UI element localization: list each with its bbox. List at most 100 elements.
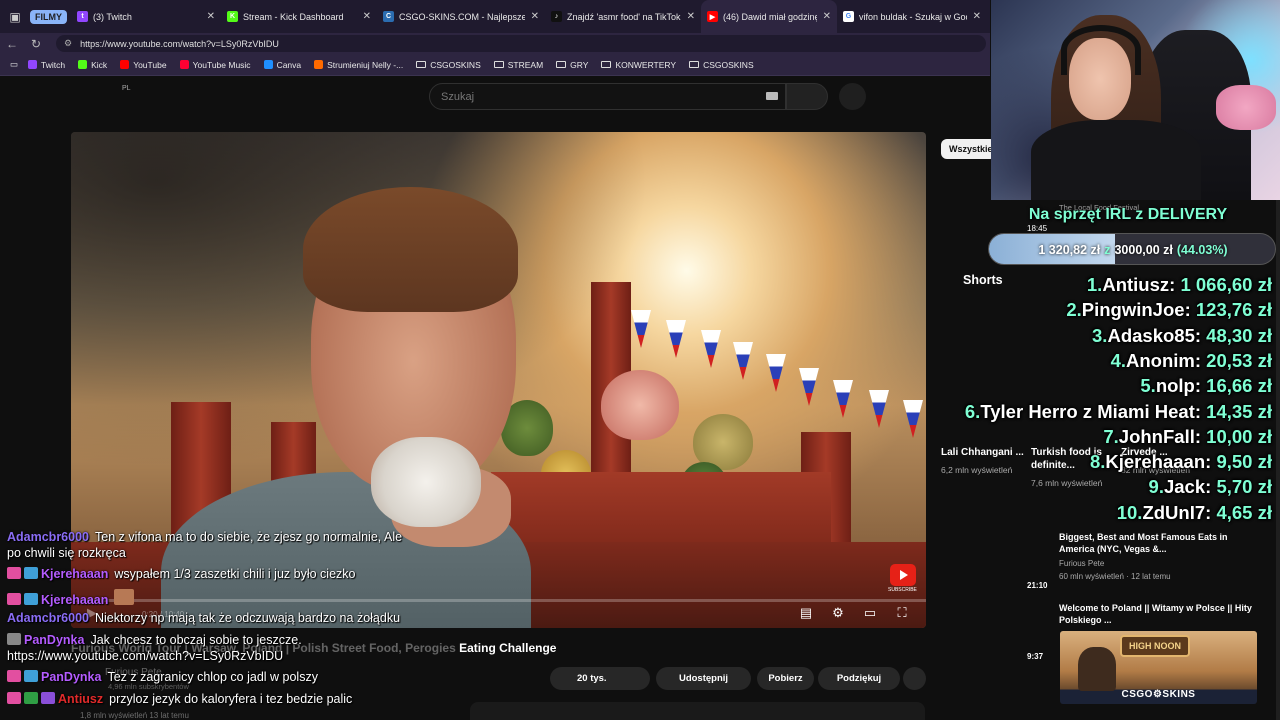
tab-close-icon[interactable]: ✕: [207, 11, 215, 22]
donation-goal-bar: 1 320,82 zł z 3000,00 zł (44.03%): [988, 233, 1276, 265]
bookmark-folder[interactable]: CSGOSKINS: [689, 60, 754, 70]
chat-text: Niektorzy np mają tak że odczuwają bardz…: [95, 611, 401, 625]
bookmark-folder[interactable]: STREAM: [493, 60, 543, 70]
sponsor-character: [1078, 647, 1116, 691]
leaderboard-name: Jack: [1163, 476, 1206, 498]
chat-nick: PanDynka: [24, 633, 85, 647]
fullscreen-icon[interactable]: ⛶: [894, 605, 910, 621]
bookmark-label: KONWERTERY: [615, 59, 677, 70]
filter-chip-all[interactable]: Wszystkie: [941, 139, 996, 159]
site-info-icon[interactable]: ⚙: [64, 38, 72, 49]
tab-group-label[interactable]: FILMY: [30, 9, 67, 24]
bookmark-item[interactable]: Twitch: [28, 60, 65, 70]
chat-message: PanDynka Jak chcesz to obczaj sobie to je…: [7, 633, 302, 647]
like-count: 20 tys.: [577, 673, 607, 684]
folder-icon: [601, 61, 612, 68]
voice-search-button[interactable]: [839, 83, 866, 110]
tab-search-icon[interactable]: ▣: [0, 0, 30, 33]
browser-tab[interactable]: ♪ Znajdź 'asmr food' na TikTok | W ✕: [545, 0, 701, 33]
tab-close-icon[interactable]: ✕: [687, 11, 695, 22]
tab-favicon-icon: G: [843, 11, 854, 22]
browser-tab[interactable]: ▶ (46) Dawid miał godzinę ż ✕: [701, 0, 837, 33]
bookmarks-bar: ▭ Twitch Kick YouTube YouTube Music Canva Str…: [0, 54, 990, 76]
search-placeholder: Szukaj: [441, 90, 475, 103]
tab-close-icon[interactable]: ✕: [531, 11, 539, 22]
bookmark-folder[interactable]: CSGOSKINS: [416, 60, 481, 70]
goal-sep: z: [1104, 243, 1111, 257]
bookmark-favicon-icon: [314, 60, 324, 69]
theater-mode-icon[interactable]: ▭: [862, 605, 878, 621]
bookmark-item[interactable]: YouTube Music: [179, 59, 251, 70]
tab-close-icon[interactable]: ✕: [823, 11, 831, 22]
url-field[interactable]: ⚙ https://www.youtube.com/watch?v=LSy0Rz…: [56, 35, 986, 52]
video-subscribe-label: SUBSCRIBE: [888, 587, 917, 593]
tab-title: Stream - Kick Dashboard: [243, 11, 344, 22]
leaderboard-rank: 4.: [1110, 349, 1126, 371]
webcam-headset: [1061, 25, 1141, 75]
leaderboard-sep: :: [1194, 425, 1207, 447]
tab-close-icon[interactable]: ✕: [973, 11, 981, 22]
browser-tab[interactable]: C CSGO-SKINS.COM - Najlepsze Ska ✕: [377, 0, 545, 33]
chat-badge-icon: [41, 692, 55, 704]
reload-icon[interactable]: ↻: [24, 37, 48, 51]
thanks-button[interactable]: Podziękuj: [818, 667, 900, 690]
bookmark-item[interactable]: Strumieniuj Nelly -...: [314, 60, 403, 70]
bookmark-label: CSGOSKINS: [430, 59, 481, 70]
keyboard-icon[interactable]: [766, 92, 778, 100]
leaderboard-entry: 2.PingwinJoe: 123,76 zł: [1066, 299, 1272, 321]
browser-tab[interactable]: t (3) Twitch ✕: [71, 0, 221, 33]
address-bar: ← ↻ ⚙ https://www.youtube.com/watch?v=LS…: [0, 33, 990, 54]
recommended-channel: Furious Pete: [1059, 559, 1105, 568]
browser-tab[interactable]: K Stream - Kick Dashboard ✕: [221, 0, 377, 33]
bookmark-item[interactable]: Canva: [263, 60, 301, 70]
leaderboard-name: Adasko85: [1107, 324, 1195, 346]
bookmark-label: GRY: [570, 59, 589, 70]
bookmarks-menu-icon[interactable]: ▭: [10, 59, 18, 70]
goal-percent: (44.03%): [1176, 243, 1228, 257]
leaderboard-entry: 3.Adasko85: 48,30 zł: [1092, 325, 1272, 347]
subtitles-icon[interactable]: ▤: [798, 605, 814, 621]
tab-title: Znajdź 'asmr food' na TikTok | W: [567, 11, 681, 22]
bookmark-label: YouTube Music: [192, 59, 251, 70]
recommended-meta: 60 mln wyświetleń · 12 lat temu: [1059, 572, 1171, 581]
leaderboard-name: ZdUnI7: [1142, 501, 1206, 523]
share-label: Udostępnij: [678, 673, 729, 684]
download-button[interactable]: Pobierz: [757, 667, 814, 690]
url-text: https://www.youtube.com/watch?v=LSy0RzVb…: [80, 38, 279, 49]
leaderboard-amount: 10,00 zł: [1206, 425, 1272, 447]
chat-text: Ten z vifona ma to do siebie, że zjesz g…: [95, 530, 403, 544]
leaderboard-entry: 9.Jack: 5,70 zł: [1149, 476, 1272, 498]
bookmark-folder[interactable]: GRY: [556, 60, 588, 70]
share-button[interactable]: Udostępnij: [656, 667, 751, 690]
leaderboard-rank: 10.: [1116, 501, 1143, 523]
leaderboard-name: Antiusz: [1102, 274, 1170, 295]
search-button[interactable]: [786, 83, 828, 110]
scrollbar[interactable]: [1276, 132, 1280, 720]
recommended-video[interactable]: Welcome to Poland || Witamy w Polsce || …: [1059, 602, 1259, 626]
video-progress-bar[interactable]: [71, 599, 926, 602]
video-player[interactable]: SUBSCRIBE: [71, 132, 926, 628]
tab-title: (46) Dawid miał godzinę ż: [723, 11, 817, 22]
recommended-video[interactable]: Biggest, Best and Most Famous Eats in Am…: [1059, 531, 1259, 581]
tab-favicon-icon: C: [383, 11, 394, 22]
more-actions-button[interactable]: [903, 667, 926, 690]
bookmark-item[interactable]: YouTube: [120, 60, 167, 70]
leaderboard-rank: 2.: [1066, 299, 1082, 321]
bookmark-item[interactable]: Kick: [78, 60, 107, 70]
short-views: 6,2 mln wyświetleń: [941, 465, 1013, 475]
like-button[interactable]: 20 tys.: [550, 667, 650, 690]
browser-tab[interactable]: Gvifon buldak - Szukaj w Google ✕: [837, 0, 987, 33]
bookmark-folder[interactable]: KONWERTERY: [601, 60, 676, 70]
back-icon[interactable]: ←: [0, 37, 24, 51]
description-box[interactable]: [470, 702, 925, 720]
bookmark-label: Kick: [91, 59, 108, 70]
settings-icon[interactable]: ⚙: [830, 605, 846, 621]
leaderboard-rank: 3.: [1092, 324, 1108, 346]
tab-close-icon[interactable]: ✕: [363, 11, 371, 22]
video-person-hair: [303, 187, 518, 312]
search-input[interactable]: Szukaj: [429, 83, 786, 110]
leaderboard-rank: 5.: [1140, 375, 1156, 397]
short-item[interactable]: Lali Chhangani ... 6,2 mln wyświetleń: [941, 446, 1026, 476]
chat-nick: Kjerehaaan: [41, 567, 109, 581]
tab-title: vifon buldak - Szukaj w Google: [859, 11, 967, 22]
